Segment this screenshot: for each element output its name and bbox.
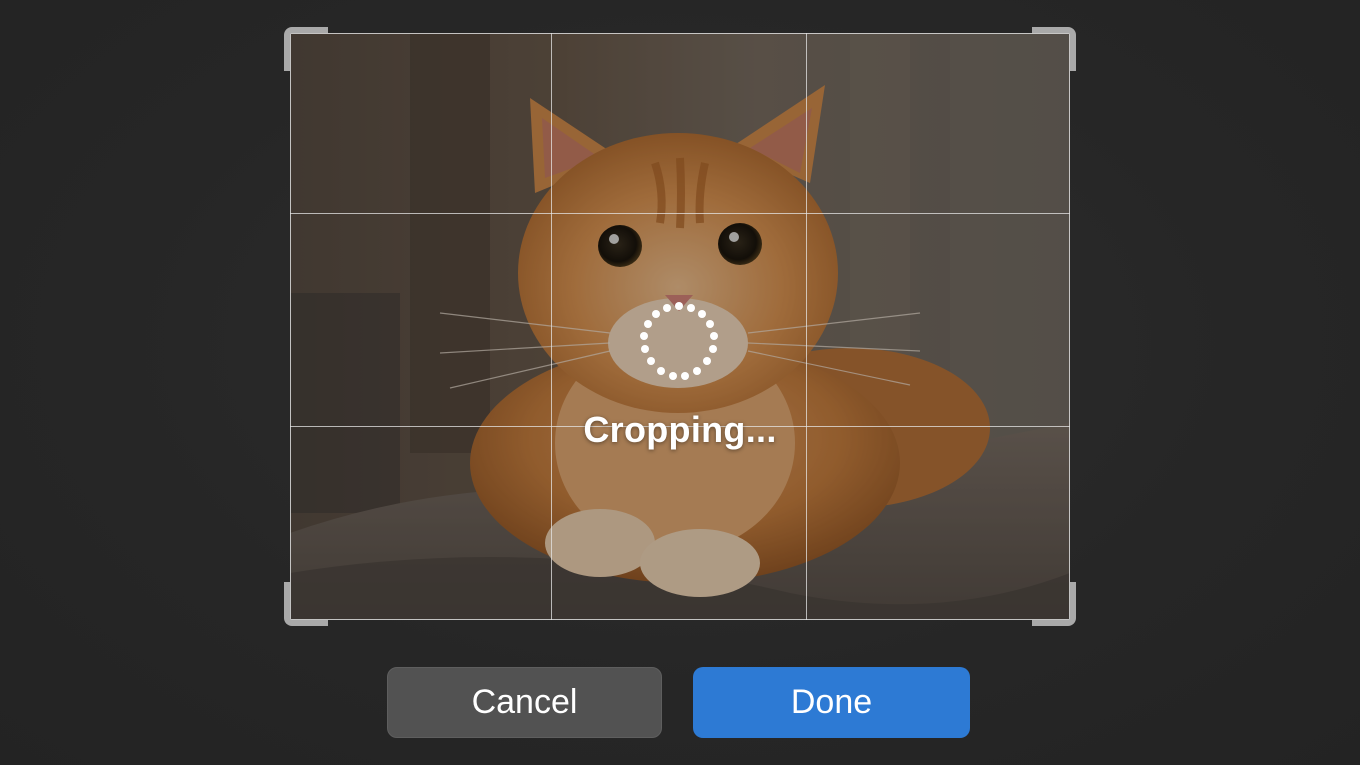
grid-line-horizontal-1	[290, 213, 1070, 214]
crop-handle-top-left[interactable]	[284, 27, 328, 71]
crop-editor: Cropping... Cancel Done	[0, 0, 1360, 765]
loading-spinner-icon	[640, 302, 718, 380]
crop-area[interactable]: Cropping...	[284, 27, 1076, 626]
grid-line-vertical-2	[806, 33, 807, 620]
crop-handle-bottom-right[interactable]	[1032, 582, 1076, 626]
crop-handle-bottom-left[interactable]	[284, 582, 328, 626]
crop-handle-top-right[interactable]	[1032, 27, 1076, 71]
grid-line-vertical-1	[551, 33, 552, 620]
done-button[interactable]: Done	[693, 667, 970, 738]
cancel-button[interactable]: Cancel	[387, 667, 662, 738]
cropping-status-text: Cropping...	[583, 409, 777, 450]
